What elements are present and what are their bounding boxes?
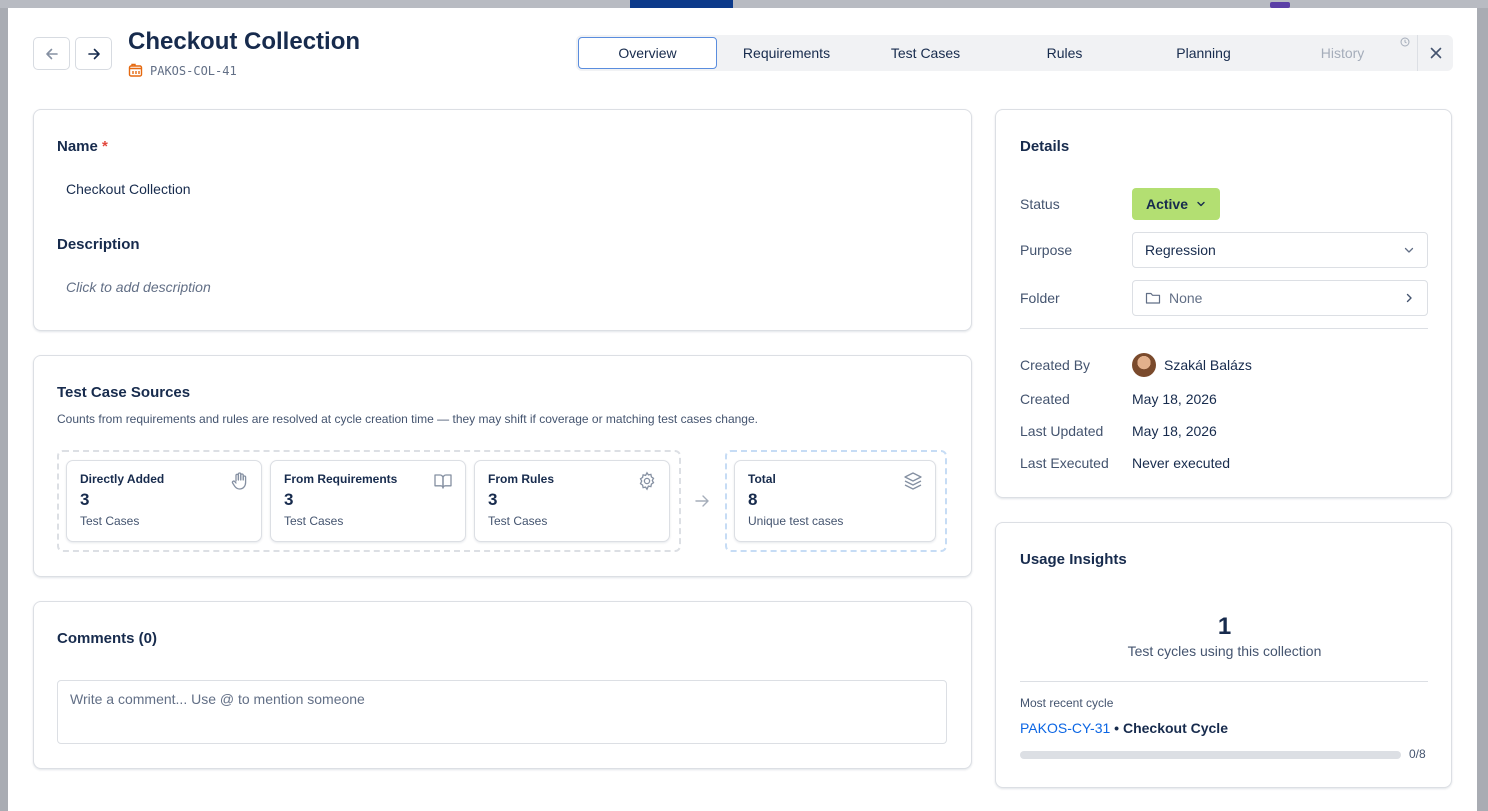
cycle-progress-bar (1020, 751, 1401, 759)
recent-cycle-label: Most recent cycle (1020, 696, 1114, 710)
gear-icon (639, 471, 655, 491)
hand-icon (231, 472, 247, 490)
chevron-down-icon (1197, 201, 1205, 207)
total-title: Total (748, 472, 776, 486)
collection-modal: Checkout Collection PAKOS-COL-41 Overvie… (8, 8, 1477, 811)
source-from-requirements: From Requirements 3 Test Cases (270, 460, 466, 542)
backdrop-bar (0, 0, 1488, 8)
total-unit: Unique test cases (748, 514, 844, 528)
purpose-label: Purpose (1020, 242, 1073, 258)
details-title: Details (1020, 138, 1070, 155)
sources-title: Test Case Sources (57, 384, 191, 401)
name-label: Name * (57, 138, 108, 155)
backdrop-accent (630, 0, 733, 8)
cycle-progress-text: 0/8 (1409, 747, 1426, 761)
collection-key-text: PAKOS-COL-41 (150, 63, 237, 78)
source-from-rules: From Rules 3 Test Cases (474, 460, 670, 542)
test-case-sources-card: Test Case Sources Counts from requiremen… (33, 355, 972, 577)
cycle-key-link[interactable]: PAKOS-CY-31 (1020, 720, 1110, 736)
arrow-left-icon (45, 48, 58, 59)
chevron-right-icon (1406, 293, 1412, 303)
comments-title: Comments (0) (57, 630, 158, 647)
usage-divider (1020, 681, 1428, 682)
source-directly-added: Directly Added 3 Test Cases (66, 460, 262, 542)
last-executed-value: Never executed (1132, 455, 1231, 471)
sources-group: Directly Added 3 Test Cases From Require… (57, 450, 681, 552)
status-dropdown[interactable]: Active (1132, 188, 1220, 220)
overview-card: Name * Checkout Collection Description C… (33, 109, 972, 331)
folder-label: Folder (1020, 290, 1060, 306)
name-field[interactable]: Checkout Collection (66, 181, 191, 197)
book-icon (434, 474, 452, 489)
collection-key: PAKOS-COL-41 (128, 63, 237, 78)
tab-test-cases[interactable]: Test Cases (856, 37, 995, 69)
recent-cycle: PAKOS-CY-31 • Checkout Cycle (1020, 720, 1228, 736)
description-field[interactable]: Click to add description (66, 279, 211, 295)
source-count: 3 (80, 490, 90, 509)
chevron-down-icon (1404, 247, 1414, 253)
description-label: Description (57, 236, 140, 253)
status-value: Active (1145, 196, 1189, 212)
arrow-right-icon (87, 48, 100, 59)
source-total: Total 8 Unique test cases (734, 460, 936, 542)
source-title: From Requirements (284, 472, 398, 486)
folder-icon (1145, 292, 1161, 304)
last-updated-value: May 18, 2026 (1132, 423, 1217, 439)
page-title: Checkout Collection (128, 28, 361, 55)
tab-history-label: History (1320, 45, 1365, 61)
tab-rules[interactable]: Rules (995, 37, 1134, 69)
clock-icon (1400, 37, 1410, 47)
required-marker: * (102, 138, 108, 155)
folder-select[interactable]: None (1132, 280, 1428, 316)
next-button[interactable] (75, 37, 112, 70)
close-button[interactable] (1417, 35, 1453, 71)
last-executed-label: Last Executed (1020, 455, 1109, 471)
usage-insights-card: Usage Insights 1 Test cycles using this … (995, 522, 1452, 788)
tab-planning[interactable]: Planning (1134, 37, 1273, 69)
usage-title: Usage Insights (1020, 551, 1127, 568)
close-icon (1430, 47, 1441, 59)
cycle-count-label: Test cycles using this collection (1127, 643, 1322, 659)
source-unit: Test Cases (80, 514, 140, 528)
last-updated-label: Last Updated (1020, 423, 1104, 439)
folder-value: None (1169, 290, 1203, 306)
tab-bar: Overview Requirements Test Cases Rules P… (576, 35, 1453, 71)
created-by-value: Szakál Balázs (1164, 357, 1252, 373)
cycle-separator: • (1110, 720, 1123, 736)
source-title: Directly Added (80, 472, 165, 486)
layers-icon (904, 472, 922, 490)
created-by-label: Created By (1020, 357, 1091, 373)
source-unit: Test Cases (284, 514, 344, 528)
details-card: Details Status Active Purpose Regression… (995, 109, 1452, 498)
sources-helper-text: Counts from requirements and rules are r… (57, 412, 758, 426)
purpose-select[interactable]: Regression (1132, 232, 1428, 268)
cycle-count: 1 (1217, 613, 1232, 640)
tab-overview[interactable]: Overview (578, 37, 717, 69)
comment-input[interactable]: Write a comment... Use @ to mention some… (57, 680, 947, 744)
total-count: 8 (748, 490, 758, 509)
status-label: Status (1020, 196, 1060, 212)
comments-card: Comments (0) Write a comment... Use @ to… (33, 601, 972, 769)
purpose-value: Regression (1145, 242, 1216, 258)
created-value: May 18, 2026 (1132, 391, 1217, 407)
arrow-right-icon (695, 495, 709, 507)
source-count: 3 (488, 490, 498, 509)
cycle-name: Checkout Cycle (1122, 720, 1228, 736)
source-count: 3 (284, 490, 294, 509)
details-divider (1020, 328, 1428, 329)
collection-key-icon (128, 63, 143, 77)
created-label: Created (1020, 391, 1070, 407)
previous-button[interactable] (33, 37, 70, 70)
sources-total-group: Total 8 Unique test cases (725, 450, 947, 552)
source-title: From Rules (488, 472, 555, 486)
tab-requirements[interactable]: Requirements (717, 37, 856, 69)
source-unit: Test Cases (488, 514, 548, 528)
avatar (1132, 353, 1156, 377)
tab-history: History (1273, 37, 1412, 69)
